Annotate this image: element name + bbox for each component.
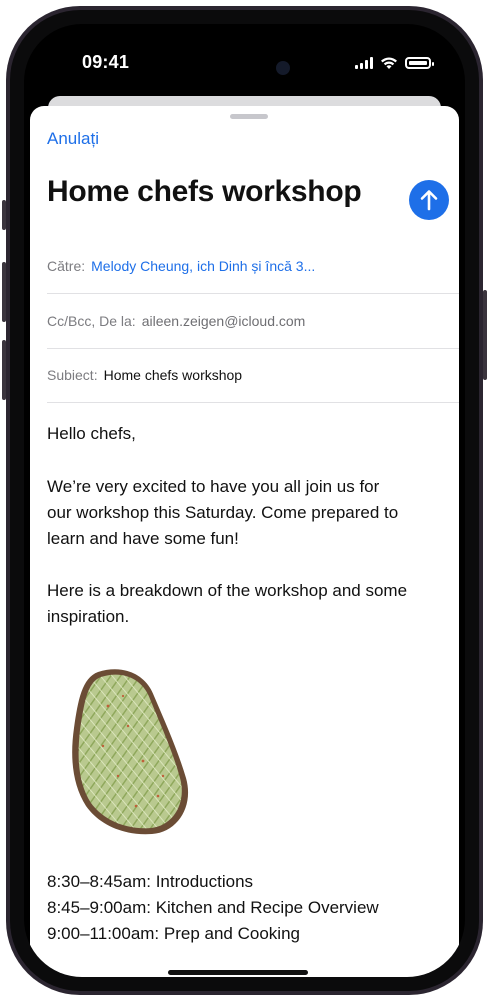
cc-from-field-row[interactable]: Cc/Bcc, De la: aileen.zeigen@icloud.com	[47, 294, 459, 349]
battery-icon	[405, 57, 434, 69]
sheet-grabber[interactable]	[230, 114, 268, 119]
arrow-up-icon	[420, 190, 438, 211]
to-label: Către:	[47, 258, 86, 274]
status-time: 09:41	[82, 52, 130, 72]
avocado-toast-image	[72, 669, 189, 835]
phone-frame: 09:41 Anulați Home chefs workshop Către:…	[0, 0, 489, 1001]
home-indicator[interactable]	[168, 970, 308, 975]
phone-screen: 09:41 Anulați Home chefs workshop Către:…	[24, 24, 465, 977]
to-recipients[interactable]: Melody Cheung, ich Dinh și încă 3...	[91, 258, 315, 274]
mute-switch	[2, 200, 6, 230]
mail-compose-sheet: Anulați Home chefs workshop Către: Melod…	[30, 106, 459, 977]
from-address[interactable]: aileen.zeigen@icloud.com	[142, 313, 306, 329]
send-button[interactable]	[409, 180, 449, 220]
cellular-signal-icon	[355, 57, 373, 69]
cc-from-label: Cc/Bcc, De la:	[47, 313, 136, 329]
subject-input[interactable]: Home chefs workshop	[104, 367, 243, 383]
subject-label: Subiect:	[47, 367, 98, 383]
paragraph-1-line-3: learn and have some fun!	[47, 529, 239, 548]
wifi-icon	[381, 57, 397, 69]
dynamic-island	[166, 48, 316, 88]
cancel-button[interactable]: Anulați	[47, 129, 99, 149]
volume-up-button	[2, 262, 6, 322]
paragraph-1-line-1: We’re very excited to have you all join …	[47, 477, 380, 496]
paragraph-1-line-2: our workshop this Saturday. Come prepare…	[47, 503, 399, 522]
status-icons	[355, 56, 434, 70]
to-field-row[interactable]: Către: Melody Cheung, ich Dinh și încă 3…	[47, 239, 459, 294]
paragraph-2-line-2: inspiration.	[47, 607, 130, 626]
volume-down-button	[2, 340, 6, 400]
compose-title: Home chefs workshop	[47, 175, 362, 208]
camera-icon	[276, 61, 290, 75]
paragraph-2-line-1: Here is a breakdown of the workshop and …	[47, 581, 408, 600]
schedule-item: 8:45–9:00am: Kitchen and Recipe Overview	[47, 898, 379, 917]
schedule-item: 8:30–8:45am: Introductions	[47, 872, 254, 891]
schedule-item: 9:00–11:00am: Prep and Cooking	[47, 924, 300, 943]
greeting-line: Hello chefs,	[47, 424, 136, 443]
subject-field-row[interactable]: Subiect: Home chefs workshop	[47, 348, 459, 403]
power-button	[483, 290, 487, 380]
